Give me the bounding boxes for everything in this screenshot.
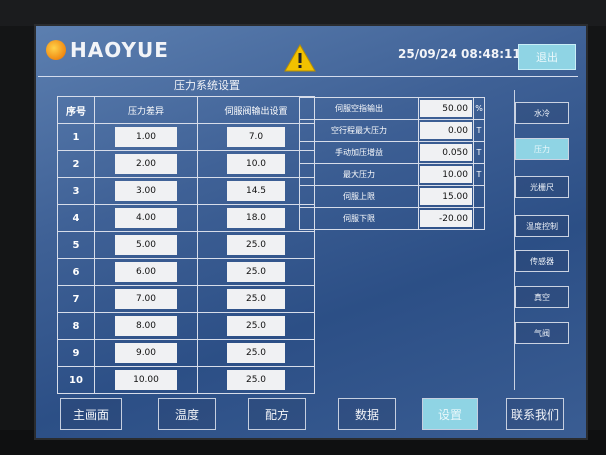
param-label: 空行程最大压力 <box>299 119 419 142</box>
param-row: 手动加压增益 0.050 T <box>299 141 485 164</box>
row-index: 3 <box>57 177 95 205</box>
param-label: 手动加压增益 <box>299 141 419 164</box>
row-index: 4 <box>57 204 95 232</box>
param-row: 伺服上限 15.00 <box>299 185 485 208</box>
param-unit: T <box>473 141 485 164</box>
header-pressure-diff: 压力差异 <box>94 96 198 124</box>
servo-output-field[interactable]: 25.0 <box>227 289 285 309</box>
table-row: 9 9.00 25.0 <box>57 339 315 367</box>
servo-output-field[interactable]: 25.0 <box>227 370 285 390</box>
table-row: 4 4.00 18.0 <box>57 204 315 232</box>
sidebar-item-water-cooling[interactable]: 水冷 <box>515 102 569 124</box>
param-unit <box>473 185 485 208</box>
servo-output-field[interactable]: 7.0 <box>227 127 285 147</box>
exit-button[interactable]: 退出 <box>518 44 576 70</box>
param-label: 伺服空指输出 <box>299 97 419 120</box>
pressure-diff-field[interactable]: 3.00 <box>115 181 177 201</box>
servo-output-field[interactable]: 25.0 <box>227 343 285 363</box>
table-row: 1 1.00 7.0 <box>57 123 315 151</box>
header-servo-output: 伺服阀输出设置 <box>197 96 315 124</box>
warning-triangle-icon[interactable] <box>284 44 316 72</box>
haoyue-logo-icon <box>46 40 66 60</box>
sidebar-divider <box>514 90 515 390</box>
nav-temperature-button[interactable]: 温度 <box>158 398 216 430</box>
sidebar-item-vacuum[interactable]: 真空 <box>515 286 569 308</box>
sidebar-item-grating-ruler[interactable]: 光栅尺 <box>515 176 569 198</box>
page-title: 压力系统设置 <box>174 79 240 92</box>
datetime-display: 25/09/24 08:48:11 <box>398 47 521 61</box>
sidebar-item-air-valve[interactable]: 气阀 <box>515 322 569 344</box>
brand-logo: HAOYUE <box>46 38 169 62</box>
param-value-field[interactable]: 15.00 <box>420 188 472 205</box>
param-row: 最大压力 10.00 T <box>299 163 485 186</box>
servo-params-table: 伺服空指输出 50.00 % 空行程最大压力 0.00 T 手动加压增益 0.0… <box>299 97 485 230</box>
param-unit <box>473 207 485 230</box>
row-index: 2 <box>57 150 95 178</box>
pressure-table: 序号 压力差异 伺服阀输出设置 1 1.00 7.0 2 2.00 10.0 3… <box>57 96 315 394</box>
table-row: 7 7.00 25.0 <box>57 285 315 313</box>
pressure-table-header: 序号 压力差异 伺服阀输出设置 <box>57 96 315 124</box>
param-value-field[interactable]: 0.050 <box>420 144 472 161</box>
nav-data-button[interactable]: 数据 <box>338 398 396 430</box>
pressure-diff-field[interactable]: 7.00 <box>115 289 177 309</box>
servo-output-field[interactable]: 25.0 <box>227 262 285 282</box>
param-row: 空行程最大压力 0.00 T <box>299 119 485 142</box>
pressure-diff-field[interactable]: 6.00 <box>115 262 177 282</box>
hmi-screen: HAOYUE 25/09/24 08:48:11 退出 压力系统设置 序号 压力… <box>34 24 588 440</box>
table-row: 3 3.00 14.5 <box>57 177 315 205</box>
param-unit: T <box>473 163 485 186</box>
param-row: 伺服下限 -20.00 <box>299 207 485 230</box>
param-row: 伺服空指输出 50.00 % <box>299 97 485 120</box>
param-unit: T <box>473 119 485 142</box>
param-value-field[interactable]: -20.00 <box>420 210 472 227</box>
row-index: 1 <box>57 123 95 151</box>
pressure-diff-field[interactable]: 2.00 <box>115 154 177 174</box>
param-value-field[interactable]: 10.00 <box>420 166 472 183</box>
monitor-bezel-top <box>0 0 606 26</box>
param-value-field[interactable]: 50.00 <box>420 100 472 117</box>
table-row: 2 2.00 10.0 <box>57 150 315 178</box>
nav-contact-us-button[interactable]: 联系我们 <box>506 398 564 430</box>
brand-name: HAOYUE <box>70 38 169 62</box>
table-row: 10 10.00 25.0 <box>57 366 315 394</box>
param-value-field[interactable]: 0.00 <box>420 122 472 139</box>
servo-output-field[interactable]: 14.5 <box>227 181 285 201</box>
header-divider <box>38 76 578 77</box>
pressure-diff-field[interactable]: 10.00 <box>115 370 177 390</box>
servo-output-field[interactable]: 25.0 <box>227 235 285 255</box>
row-index: 9 <box>57 339 95 367</box>
nav-main-screen-button[interactable]: 主画面 <box>60 398 122 430</box>
top-bar: HAOYUE 25/09/24 08:48:11 退出 <box>36 26 586 76</box>
bottom-nav: 主画面 温度 配方 数据 设置 联系我们 <box>54 392 576 432</box>
servo-output-field[interactable]: 18.0 <box>227 208 285 228</box>
sidebar-item-temperature-control[interactable]: 温度控制 <box>515 215 569 237</box>
nav-settings-button[interactable]: 设置 <box>422 398 478 430</box>
row-index: 8 <box>57 312 95 340</box>
param-label: 伺服上限 <box>299 185 419 208</box>
param-unit: % <box>473 97 485 120</box>
pressure-diff-field[interactable]: 5.00 <box>115 235 177 255</box>
row-index: 5 <box>57 231 95 259</box>
sidebar-item-pressure[interactable]: 压力 <box>515 138 569 160</box>
row-index: 6 <box>57 258 95 286</box>
table-row: 8 8.00 25.0 <box>57 312 315 340</box>
servo-output-field[interactable]: 25.0 <box>227 316 285 336</box>
param-label: 伺服下限 <box>299 207 419 230</box>
servo-output-field[interactable]: 10.0 <box>227 154 285 174</box>
pressure-diff-field[interactable]: 8.00 <box>115 316 177 336</box>
pressure-diff-field[interactable]: 4.00 <box>115 208 177 228</box>
nav-recipe-button[interactable]: 配方 <box>248 398 306 430</box>
param-label: 最大压力 <box>299 163 419 186</box>
row-index: 7 <box>57 285 95 313</box>
pressure-diff-field[interactable]: 1.00 <box>115 127 177 147</box>
row-index: 10 <box>57 366 95 394</box>
table-row: 6 6.00 25.0 <box>57 258 315 286</box>
table-row: 5 5.00 25.0 <box>57 231 315 259</box>
header-index: 序号 <box>57 96 95 124</box>
sidebar-item-sensor[interactable]: 传感器 <box>515 250 569 272</box>
pressure-diff-field[interactable]: 9.00 <box>115 343 177 363</box>
